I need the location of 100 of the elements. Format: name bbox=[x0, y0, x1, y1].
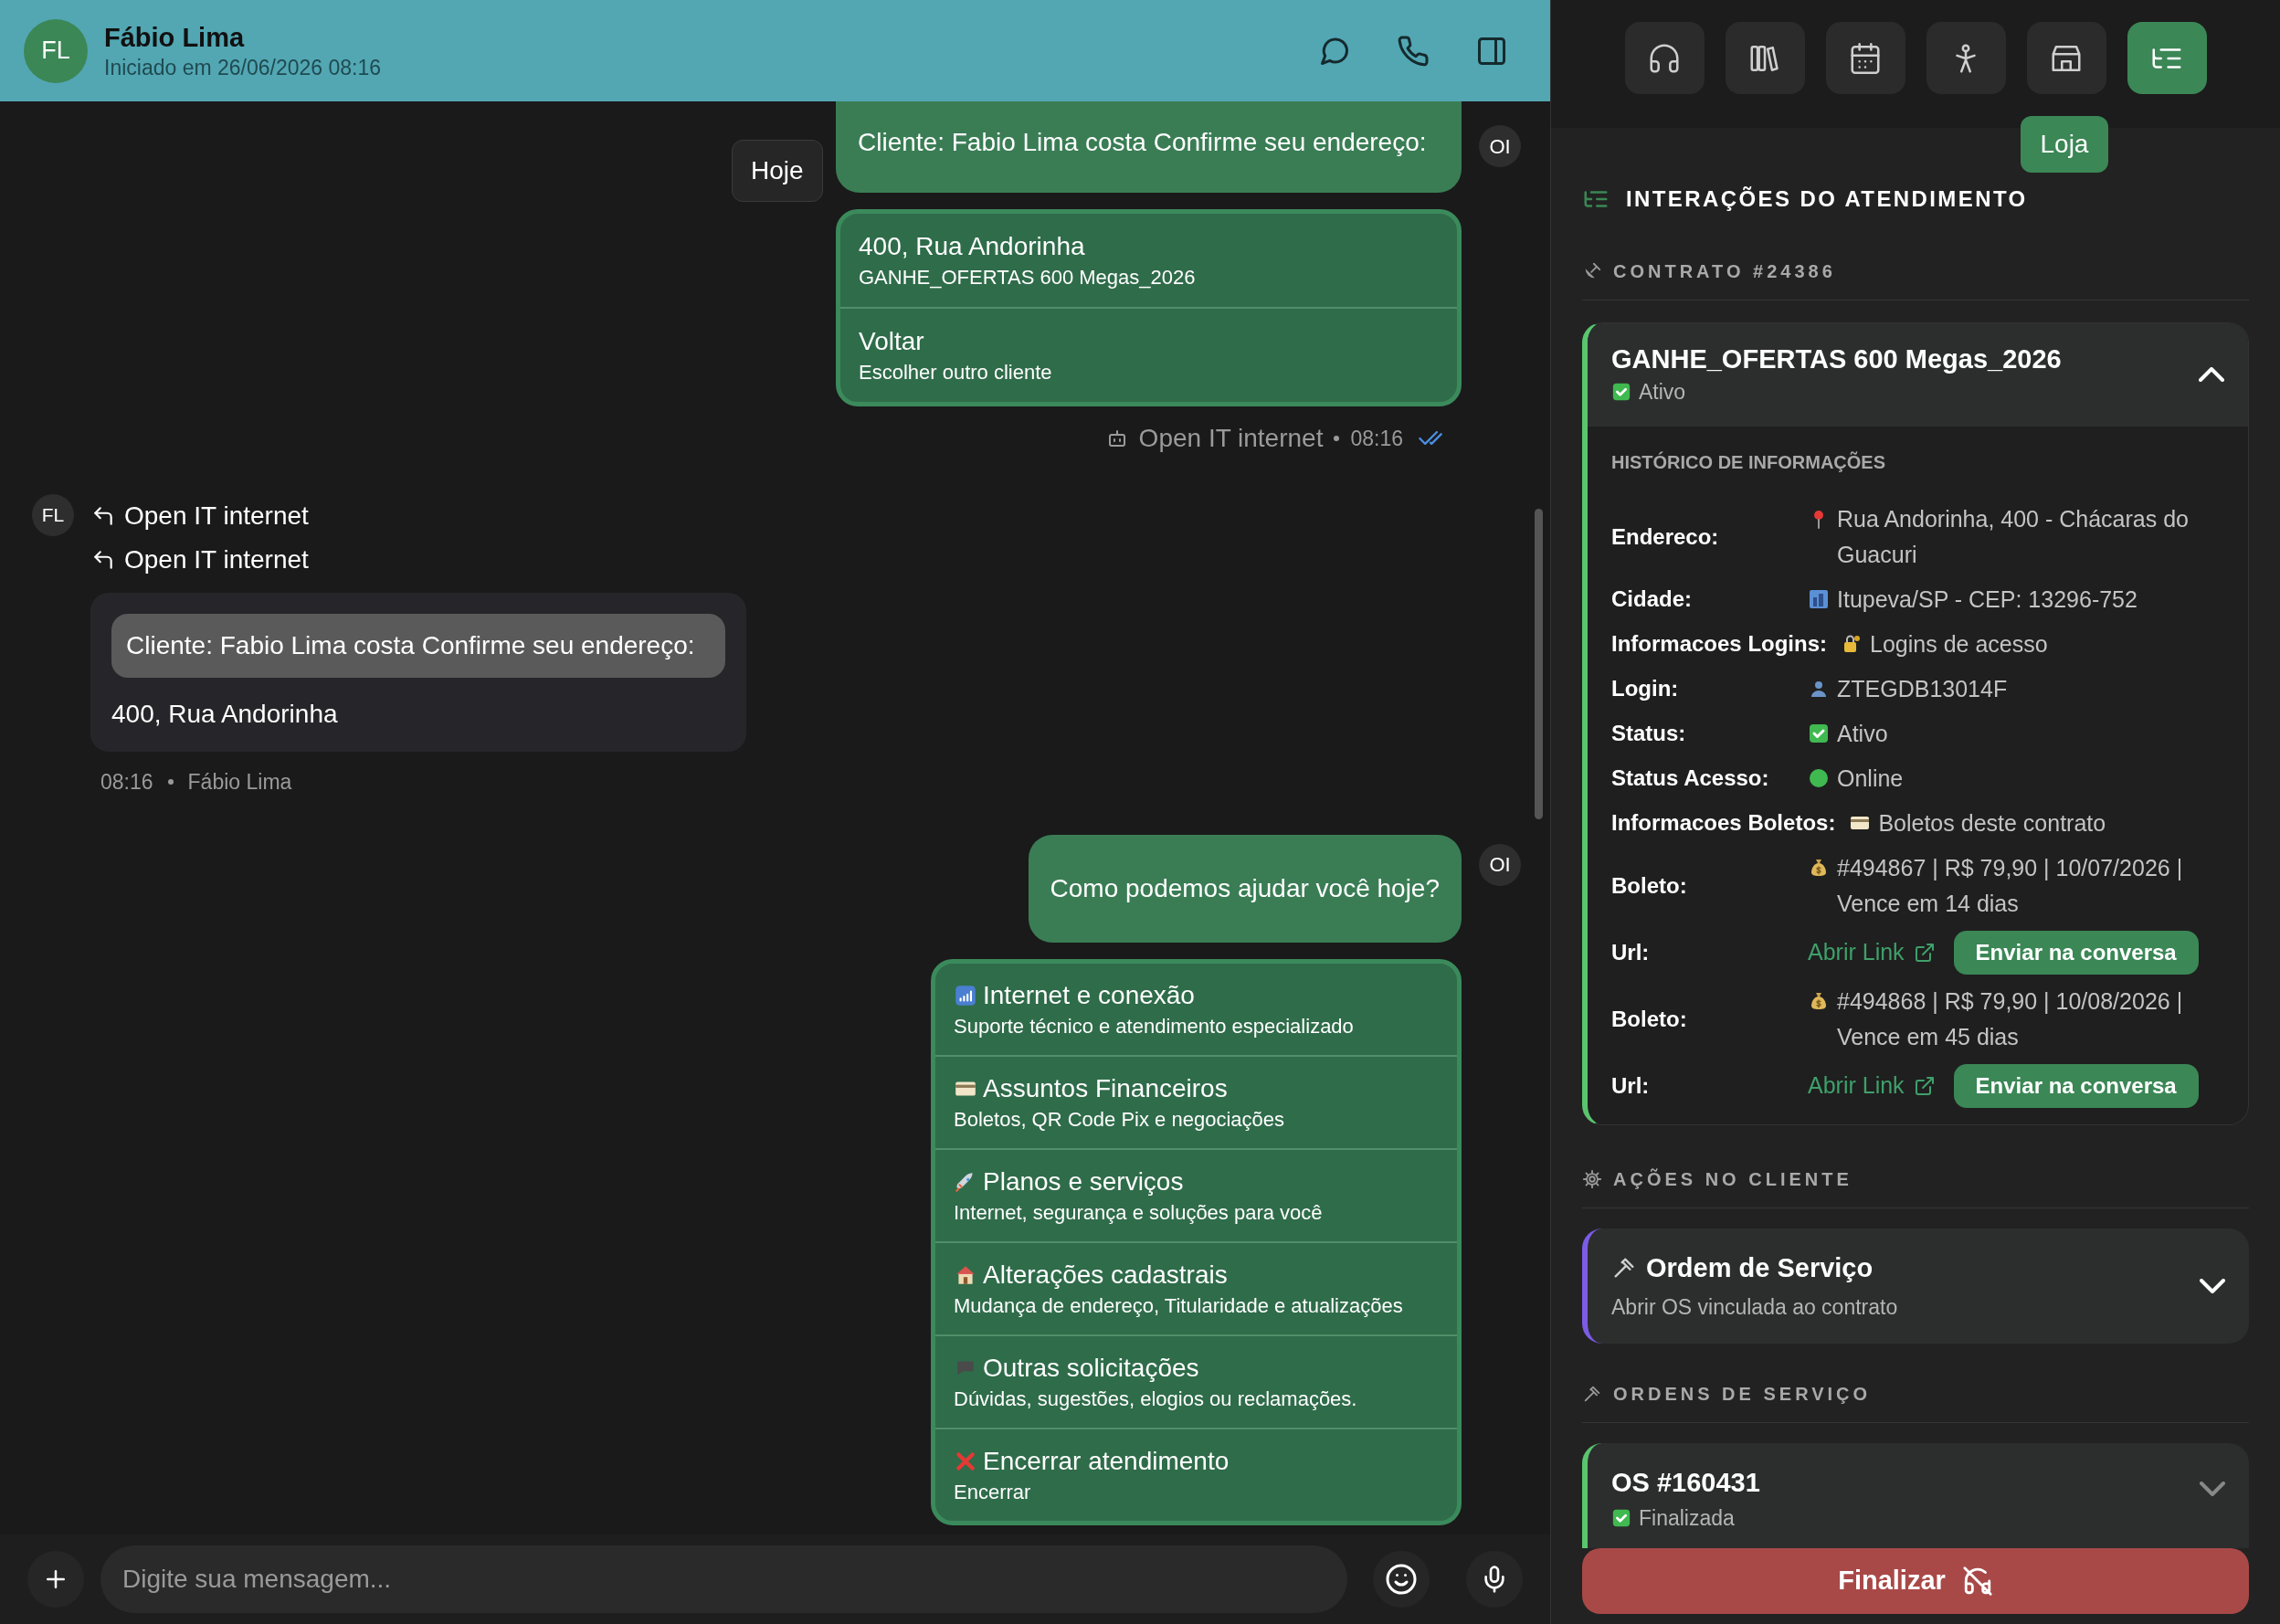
open-link[interactable]: Abrir Link bbox=[1808, 1068, 1936, 1103]
agent-avatar: OI bbox=[1479, 843, 1521, 886]
option-item[interactable]: Voltar Escolher outro cliente bbox=[840, 307, 1457, 402]
chevron-down-icon bbox=[2200, 1278, 2225, 1293]
agent-avatar: OI bbox=[1479, 125, 1521, 167]
option-subtitle: Suporte técnico e atendimento especializado bbox=[954, 1013, 1355, 1039]
option-title: Outras solicitações bbox=[983, 1352, 1199, 1384]
option-item[interactable]: Encerrar atendimento Encerrar bbox=[935, 1427, 1457, 1521]
field-label: Boleto: bbox=[1611, 1005, 1688, 1033]
option-subtitle: Escolher outro cliente bbox=[859, 360, 1053, 385]
smiley-icon bbox=[1385, 1563, 1418, 1596]
toolbar-button[interactable] bbox=[1725, 22, 1805, 94]
field-value: #494868 | R$ 79,90 | 10/08/2026 | Vence em 45 dias bbox=[1837, 986, 2184, 1051]
field-label: Status Acesso: bbox=[1611, 765, 1770, 792]
option-title: Planos e serviços bbox=[983, 1165, 1184, 1197]
calendar-icon bbox=[1848, 40, 1883, 76]
option-title: Alterações cadastrais bbox=[983, 1259, 1228, 1291]
field-value: Boletos deste contrato bbox=[1878, 808, 2107, 838]
option-subtitle: Mudança de endereço, Titularidade e atualizações bbox=[954, 1292, 1404, 1319]
status-dot-icon bbox=[1808, 766, 1830, 789]
contract-name: GANHE_OFERTAS 600 Megas_2026 bbox=[1611, 343, 2063, 375]
message-text: 400, Rua Andorinha bbox=[111, 699, 339, 730]
toolbar-button[interactable] bbox=[2026, 22, 2106, 94]
send-to-chat-button[interactable]: Enviar na conversa bbox=[1953, 930, 2199, 975]
option-item[interactable]: Outras solicitações Dúvidas, sugestões, elogios ou reclamações. bbox=[935, 1334, 1457, 1428]
signal-bars-icon bbox=[954, 983, 977, 1007]
option-subtitle: Internet, segurança e soluções para você bbox=[954, 1199, 1324, 1226]
contact-avatar: FL bbox=[24, 18, 88, 83]
reply-arrow-icon bbox=[91, 548, 115, 572]
option-title: Assuntos Financeiros bbox=[983, 1072, 1228, 1104]
message-bubble: Como podemos ajudar você hoje? bbox=[1028, 834, 1462, 943]
option-item[interactable]: Alterações cadastrais Mudança de endereço, Titularidade e atualizações bbox=[935, 1240, 1457, 1334]
toolbar-button[interactable] bbox=[1825, 22, 1905, 94]
sender-name: Open IT internet bbox=[1138, 423, 1324, 454]
send-to-chat-button[interactable]: Enviar na conversa bbox=[1953, 1063, 2199, 1108]
field-label: Login: bbox=[1611, 675, 1680, 702]
field-label: Status: bbox=[1611, 720, 1687, 747]
message-input[interactable]: Digite sua mensagem... bbox=[100, 1545, 1347, 1613]
headset-off-icon bbox=[1961, 1566, 1993, 1597]
option-item[interactable]: Planos e serviços Internet, segurança e soluções para você bbox=[935, 1147, 1457, 1241]
external-link-icon bbox=[1913, 941, 1936, 964]
field-value: Ativo bbox=[1837, 719, 1889, 748]
scrollbar-thumb[interactable] bbox=[1535, 509, 1543, 819]
history-heading: HISTÓRICO DE INFORMAÇÕES bbox=[1611, 450, 1886, 474]
field-label: Boleto: bbox=[1611, 871, 1688, 900]
option-subtitle: Boletos, QR Code Pix e negociações bbox=[954, 1106, 1285, 1133]
action-title: Ordem de Serviço bbox=[1646, 1251, 1874, 1284]
checkbox-icon bbox=[1611, 382, 1631, 403]
order-card[interactable]: OS #160431 Finalizada bbox=[1582, 1442, 2249, 1548]
field-value: Itupeva/SP - CEP: 13296-752 bbox=[1837, 585, 2138, 614]
option-title: Voltar bbox=[859, 326, 924, 357]
field-label: Url: bbox=[1611, 1071, 1651, 1100]
order-status: Finalizada bbox=[1639, 1505, 1735, 1532]
panel-title: INTERAÇÕES DO ATENDIMENTO bbox=[1626, 185, 2028, 213]
option-item[interactable]: 400, Rua Andorinha GANHE_OFERTAS 600 Megas_2026 bbox=[840, 214, 1457, 307]
gear-icon bbox=[1582, 1168, 1602, 1189]
quoted-message: Cliente: Fabio Lima costa Confirme seu endereço: bbox=[111, 614, 725, 678]
message-time: 08:16 bbox=[100, 769, 153, 796]
section-heading: ORDENS DE SERVIÇO bbox=[1613, 1382, 1872, 1406]
field-label: Url: bbox=[1611, 938, 1651, 966]
chat-start-time: Iniciado em 26/06/2026 08:16 bbox=[104, 54, 383, 81]
open-link[interactable]: Abrir Link bbox=[1808, 934, 1936, 970]
toolbar-button[interactable] bbox=[2127, 22, 2207, 94]
contact-name: Fábio Lima bbox=[104, 21, 246, 54]
field-value: Rua Andorinha, 400 - Chácaras do Guacuri bbox=[1837, 504, 2190, 569]
action-subtitle: Abrir OS vinculada ao contrato bbox=[1611, 1294, 1899, 1321]
option-item[interactable]: Internet e conexão Suporte técnico e atendimento especializado bbox=[935, 963, 1457, 1055]
option-subtitle: Dúvidas, sugestões, elogios ou reclamações. bbox=[954, 1386, 1358, 1412]
checkbox-icon bbox=[1611, 1508, 1631, 1529]
field-label: Endereco: bbox=[1611, 522, 1720, 551]
checkbox-icon bbox=[1808, 722, 1830, 744]
contract-card-header[interactable]: GANHE_OFERTAS 600 Megas_2026 Ativo bbox=[1588, 323, 2248, 427]
message-time: 08:16 bbox=[1350, 425, 1403, 452]
field-label: Informacoes Logins: bbox=[1611, 630, 1828, 658]
reply-label: Open IT internet bbox=[124, 501, 309, 532]
chevron-down-icon bbox=[2200, 1481, 2225, 1496]
client-avatar: FL bbox=[32, 494, 74, 536]
option-subtitle: Encerrar bbox=[954, 1479, 1032, 1505]
action-card[interactable]: Ordem de Serviço Abrir OS vinculada ao contrato bbox=[1582, 1228, 2249, 1344]
field-value: Logins de acesso bbox=[1870, 629, 2049, 659]
field-value: #494867 | R$ 79,90 | 10/07/2026 | Vence em 14 dias bbox=[1837, 853, 2184, 918]
message-bubble: Cliente: Fabio Lima costa Confirme seu endereço: bbox=[836, 101, 1462, 193]
chevron-up-icon bbox=[2199, 367, 2224, 383]
contract-status: Ativo bbox=[1639, 379, 1686, 406]
phone-icon[interactable] bbox=[1397, 34, 1430, 68]
option-title: Internet e conexão bbox=[983, 979, 1195, 1011]
option-subtitle: GANHE_OFERTAS 600 Megas_2026 bbox=[859, 265, 1197, 290]
toolbar-button[interactable] bbox=[1926, 22, 2006, 94]
toolbar-button[interactable] bbox=[1624, 22, 1705, 94]
section-heading: AÇÕES NO CLIENTE bbox=[1613, 1167, 1852, 1191]
finish-button[interactable]: Finalizar bbox=[1582, 1548, 2249, 1614]
reply-arrow-icon bbox=[91, 504, 115, 528]
field-value: Online bbox=[1837, 764, 1905, 793]
date-badge: Hoje bbox=[732, 140, 823, 202]
option-title: 400, Rua Andorinha bbox=[859, 231, 1085, 262]
reply-label: Open IT internet bbox=[124, 544, 309, 575]
field-label: Cidade: bbox=[1611, 585, 1693, 613]
tooltip: Loja bbox=[2020, 116, 2109, 173]
field-label: Informacoes Boletos: bbox=[1611, 809, 1836, 837]
option-item[interactable]: Assuntos Financeiros Boletos, QR Code Pix e negociações bbox=[935, 1054, 1457, 1148]
